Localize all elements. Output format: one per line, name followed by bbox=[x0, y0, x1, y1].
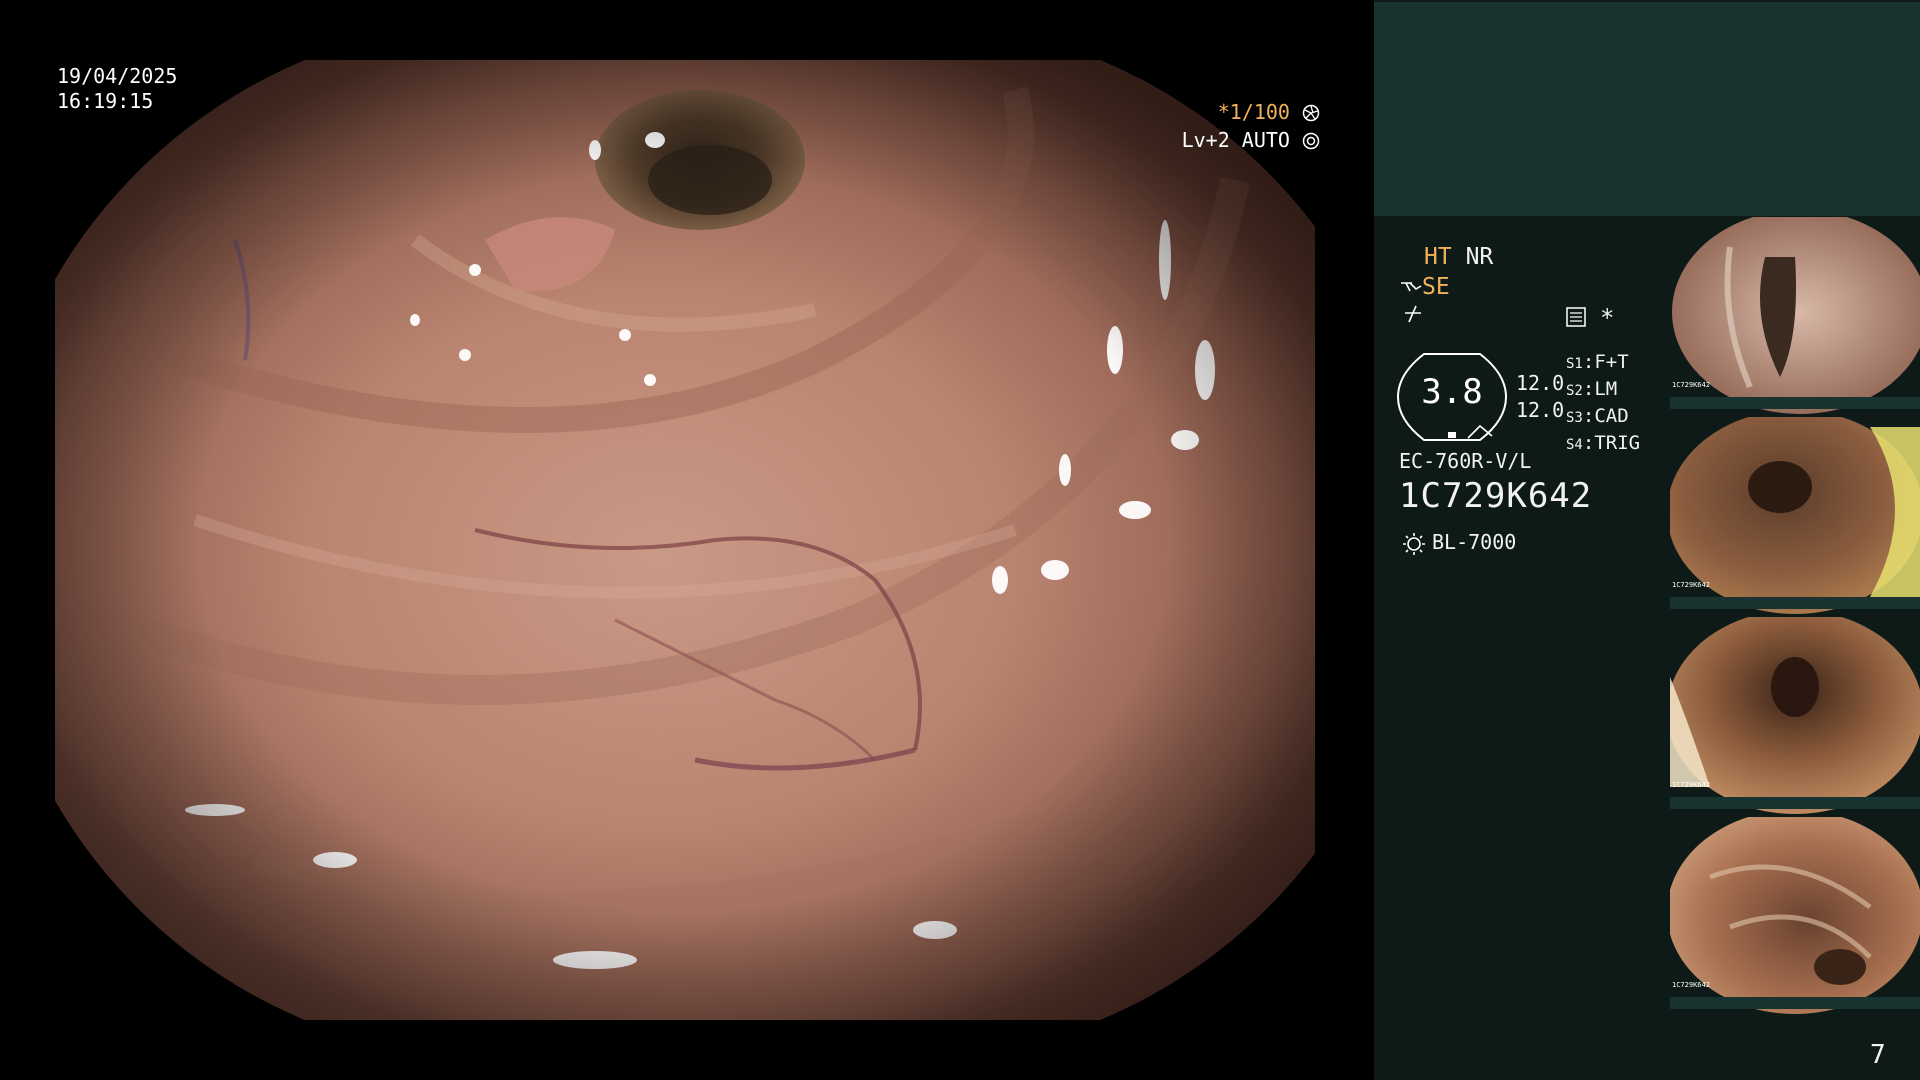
thumbnail-3-serial: 1C729K642 bbox=[1672, 781, 1710, 789]
gauge-value: 3.8 bbox=[1421, 372, 1483, 412]
freeze-icon bbox=[1405, 305, 1421, 323]
switch-row-s1: S1:F+T bbox=[1566, 351, 1629, 373]
scope-serial-label: 1C729K642 bbox=[1399, 476, 1593, 516]
thumbnail-4-bar bbox=[1670, 997, 1920, 1009]
thumbnail-3-bar bbox=[1670, 797, 1920, 809]
iris-icon bbox=[1302, 132, 1320, 150]
captured-thumbnail-1[interactable]: 1C729K642 bbox=[1670, 217, 1920, 415]
mode-row-se: SE bbox=[1400, 274, 1450, 300]
gauge-value-bottom: 12.0 bbox=[1516, 398, 1565, 422]
thumbnail-2-bar bbox=[1670, 597, 1920, 609]
endoscopic-live-view bbox=[55, 60, 1315, 1020]
page-number: 7 bbox=[1870, 1040, 1886, 1070]
shutter-speed-label: *1/100 bbox=[1217, 100, 1290, 124]
exposure-overlay: *1/100 Lv+2 AUTO bbox=[1182, 98, 1320, 154]
scope-tip-icon bbox=[1401, 282, 1422, 292]
gauge-value-top: 12.0 bbox=[1516, 371, 1565, 395]
light-source-row: BL-7000 bbox=[1402, 530, 1516, 556]
switch-assignment-list: S1:F+T S2:LM S3:CAD S4:TRIG bbox=[1566, 350, 1640, 458]
level-mode-label: Lv+2 AUTO bbox=[1181, 128, 1290, 152]
thumbnail-1-bar bbox=[1670, 397, 1920, 409]
colon-mucosa-image bbox=[55, 60, 1315, 1020]
scope-model-label: EC-760R-V/L bbox=[1399, 449, 1532, 473]
captured-thumbnail-4[interactable]: 1C729K642 bbox=[1670, 817, 1920, 1015]
date-label: 19/04/2025 bbox=[57, 64, 178, 88]
thumbnail-2-serial: 1C729K642 bbox=[1672, 581, 1710, 589]
light-bulb-icon bbox=[1403, 532, 1425, 555]
menu-sheet-icon bbox=[1564, 306, 1588, 328]
time-label: 16:19:15 bbox=[57, 89, 154, 113]
captured-thumbnail-3[interactable]: 1C729K642 bbox=[1670, 617, 1920, 815]
mode-row-freeze bbox=[1402, 304, 1424, 330]
mode-row-ht: HT NR bbox=[1424, 244, 1493, 270]
switch-row-s2: S2:LM bbox=[1566, 378, 1618, 400]
ht-indicator: HT bbox=[1424, 244, 1452, 270]
endoscopy-monitor-screen: 19/04/2025 16:19:15 *1/100 Lv+2 AUTO HT … bbox=[0, 0, 1920, 1080]
se-indicator: SE bbox=[1422, 274, 1450, 300]
captured-thumbnail-2[interactable]: 1C729K642 bbox=[1670, 417, 1920, 615]
gauge-side-values: 12.0 12.0 bbox=[1516, 370, 1564, 424]
nr-indicator: NR bbox=[1465, 244, 1494, 270]
thumbnail-1-serial: 1C729K642 bbox=[1672, 381, 1710, 389]
thumbnail-4-serial: 1C729K642 bbox=[1672, 981, 1710, 989]
light-source-label: BL-7000 bbox=[1432, 530, 1517, 554]
panel-header-area bbox=[1374, 2, 1920, 216]
aperture-icon bbox=[1302, 104, 1320, 122]
switch-row-s4: S4:TRIG bbox=[1566, 432, 1641, 454]
switch-row-s3: S3:CAD bbox=[1566, 405, 1629, 427]
star-indicator: * bbox=[1600, 304, 1615, 332]
date-time-overlay: 19/04/2025 16:19:15 bbox=[57, 64, 177, 114]
